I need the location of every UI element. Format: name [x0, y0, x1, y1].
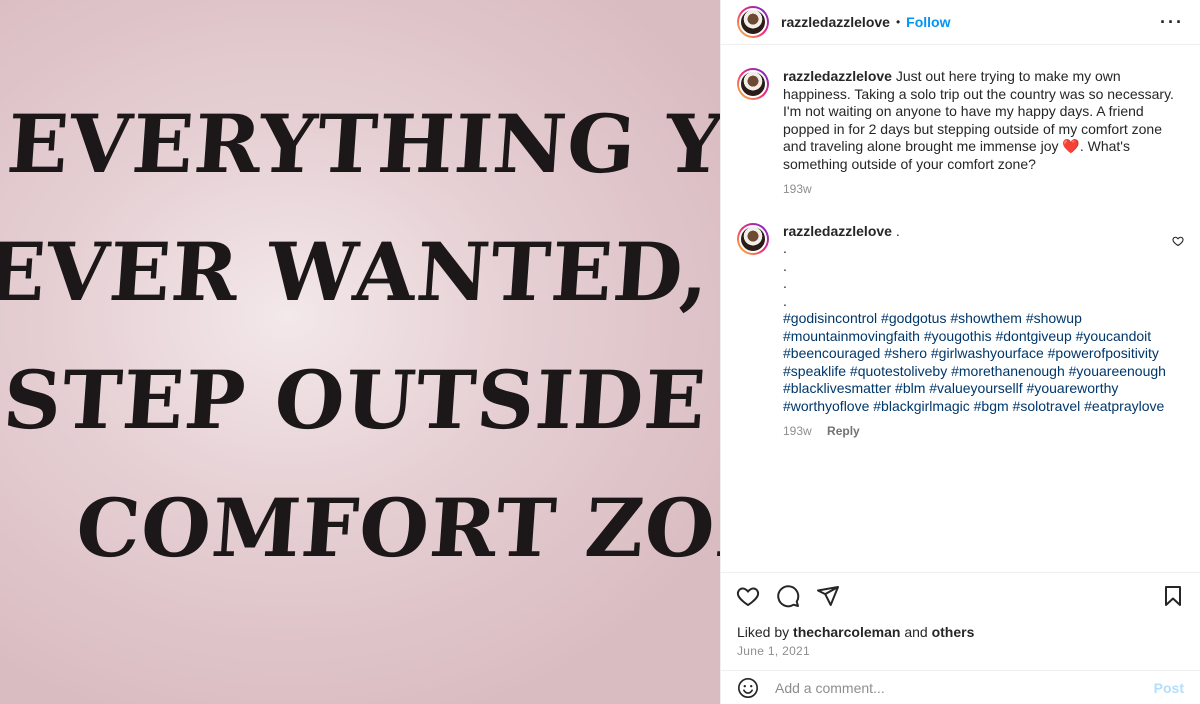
avatar[interactable]	[737, 6, 769, 38]
avatar[interactable]	[737, 68, 769, 100]
comment: razzledazzlelove . . . . . #godisincontr…	[737, 222, 1184, 441]
comment-body: razzledazzlelove . . . . . #godisincontr…	[783, 223, 1183, 441]
likes-others[interactable]: others	[932, 624, 975, 640]
follow-button[interactable]: Follow	[906, 14, 950, 30]
caption-time[interactable]: 193w	[783, 182, 812, 196]
header-username[interactable]: razzledazzlelove	[781, 14, 890, 30]
quote-line-1: EVERYTHING YOU'VE	[4, 97, 720, 191]
smiley-icon[interactable]	[737, 677, 759, 699]
caption-body: razzledazzlelove Just out here trying to…	[783, 68, 1183, 199]
comment-icon[interactable]	[775, 583, 801, 609]
post-modal: EVERYTHING YOU'VE EVER WANTED, IS ONE ST…	[0, 0, 1200, 704]
heart-icon[interactable]	[735, 583, 761, 609]
likes-user[interactable]: thecharcoleman	[793, 624, 900, 640]
action-bar	[721, 572, 1200, 618]
dot-line: .	[783, 257, 787, 274]
quote-line-4: COMFORT ZONE.	[73, 481, 720, 575]
bookmark-icon[interactable]	[1160, 583, 1186, 609]
comment-username[interactable]: razzledazzlelove	[783, 223, 892, 239]
likes-prefix: Liked by	[737, 624, 790, 640]
heart-outline-icon[interactable]	[1172, 235, 1184, 250]
add-comment-bar: Post	[721, 670, 1200, 704]
avatar-image	[739, 70, 767, 98]
hashtag-links[interactable]: #godisincontrol #godgotus #showthem #sho…	[783, 310, 1166, 414]
caption-meta: 193w	[783, 181, 1183, 199]
post-side-panel: razzledazzlelove • Follow ··· razzledazz…	[720, 0, 1200, 704]
reply-button[interactable]: Reply	[827, 424, 860, 438]
post-button[interactable]: Post	[1154, 680, 1184, 696]
post-header: razzledazzlelove • Follow ···	[721, 0, 1200, 45]
post-image[interactable]: EVERYTHING YOU'VE EVER WANTED, IS ONE ST…	[0, 0, 720, 704]
post-date[interactable]: June 1, 2021	[737, 644, 810, 658]
header-separator: •	[895, 15, 901, 29]
avatar-image	[739, 224, 767, 253]
comment-text: .	[895, 222, 900, 239]
dot-line: .	[783, 240, 787, 256]
more-horizontal-icon[interactable]: ···	[1160, 12, 1184, 33]
red-heart-emoji: ❤️	[1062, 138, 1080, 154]
share-icon[interactable]	[815, 583, 841, 609]
caption: razzledazzlelove Just out here trying to…	[737, 68, 1184, 199]
comment-meta: 193w Reply	[783, 423, 1183, 441]
avatar-image	[739, 8, 767, 36]
quote-line-3: STEP OUTSIDE YOUR	[0, 353, 720, 447]
likes-summary: Liked by thecharcoleman and others	[737, 624, 974, 640]
comment-input[interactable]	[775, 679, 1154, 696]
dot-line: .	[783, 275, 787, 291]
caption-username[interactable]: razzledazzlelove	[783, 68, 892, 84]
avatar[interactable]	[737, 222, 769, 255]
comment-time[interactable]: 193w	[783, 424, 812, 438]
quote-text: EVERYTHING YOU'VE EVER WANTED, IS ONE ST…	[0, 80, 720, 592]
dot-line: .	[783, 292, 787, 309]
comments-list[interactable]: razzledazzlelove Just out here trying to…	[721, 54, 1200, 564]
hashtags: #godisincontrol #godgotus #showthem #sho…	[783, 310, 1183, 415]
comment-dots: . . . .	[783, 240, 1183, 310]
likes-and: and	[904, 624, 928, 640]
quote-line-2: EVER WANTED, IS ONE	[0, 225, 720, 319]
